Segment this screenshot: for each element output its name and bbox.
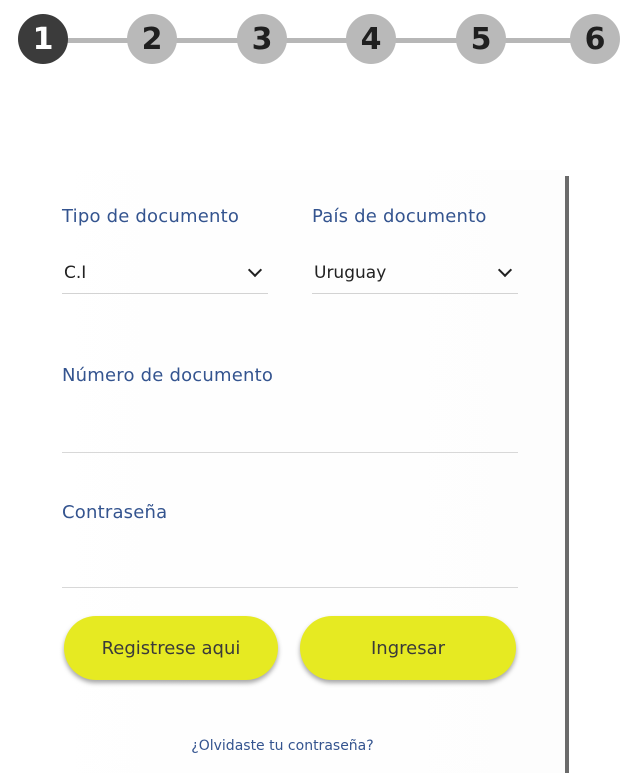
step-6: 6 (570, 14, 620, 64)
doc-number-label: Número de documento (62, 365, 274, 386)
doc-country-select[interactable]: Uruguay (312, 252, 518, 294)
panel-divider (565, 176, 569, 773)
step-1: 1 (18, 14, 68, 64)
password-input[interactable] (62, 548, 518, 588)
password-label: Contraseña (62, 502, 168, 523)
forgot-password-link[interactable]: ¿Olvidaste tu contraseña? (0, 738, 565, 754)
doc-type-select[interactable]: C.I (62, 252, 268, 294)
doc-type-value: C.I (64, 262, 87, 283)
chevron-down-icon (497, 262, 513, 277)
doc-number-input[interactable] (62, 413, 518, 453)
doc-country-value: Uruguay (314, 262, 387, 283)
progress-stepper: 1 2 3 4 5 6 (0, 0, 620, 86)
step-3: 3 (237, 14, 287, 64)
doc-country-label: País de documento (312, 206, 487, 227)
chevron-down-icon (247, 262, 263, 277)
step-5: 5 (456, 14, 506, 64)
doc-type-label: Tipo de documento (62, 206, 240, 227)
register-button[interactable]: Registrese aqui (64, 616, 278, 680)
step-4: 4 (346, 14, 396, 64)
step-2: 2 (127, 14, 177, 64)
login-button[interactable]: Ingresar (300, 616, 516, 680)
